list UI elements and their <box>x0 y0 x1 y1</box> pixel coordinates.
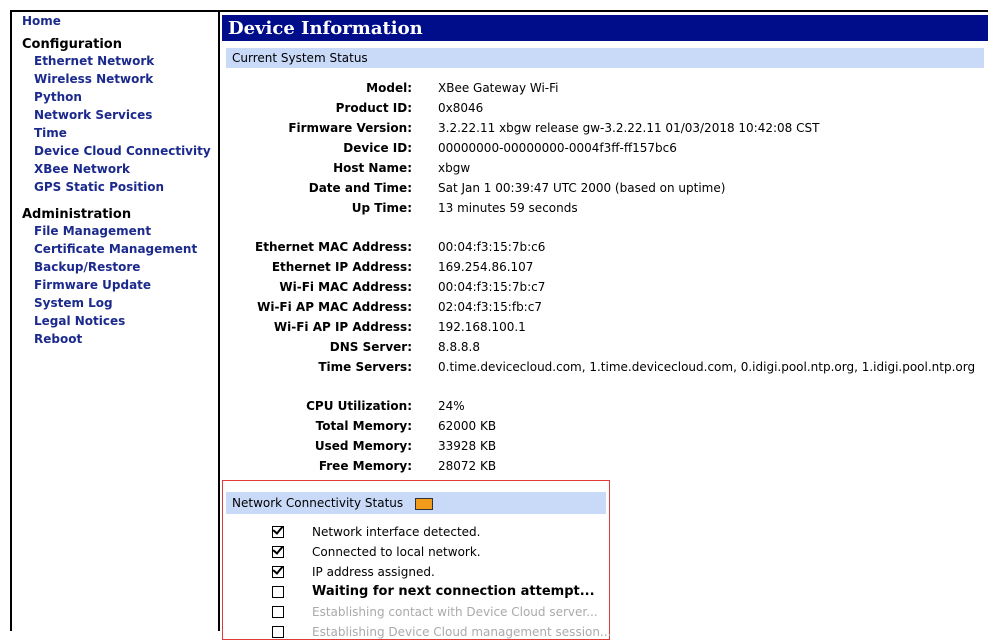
info-row-used-memory: Used Memory: 33928 KB <box>226 436 986 456</box>
checkbox-empty-icon <box>272 626 284 638</box>
used-memory-label: Used Memory: <box>314 439 412 453</box>
check-label: IP address assigned. <box>312 565 435 579</box>
free-memory-value: 28072 KB <box>438 459 497 473</box>
checkbox-checked-icon <box>272 566 284 578</box>
free-memory-label: Free Memory: <box>318 459 412 473</box>
up-time-label: Up Time: <box>351 201 412 215</box>
checkbox-checked-icon <box>272 526 284 538</box>
dns-value: 8.8.8.8 <box>438 340 480 354</box>
info-row-dns: DNS Server: 8.8.8.8 <box>226 337 986 357</box>
date-time-label: Date and Time: <box>308 181 412 195</box>
network-status-title: Network Connectivity Status <box>232 496 404 510</box>
nav-home[interactable]: Home <box>22 14 212 28</box>
nav-section-administration: Administration <box>22 207 132 222</box>
wifi-mac-value: 00:04:f3:15:7b:c7 <box>438 280 546 294</box>
product-id-value: 0x8046 <box>438 101 484 115</box>
info-row-cpu: CPU Utilization: 24% <box>226 396 986 416</box>
info-row-up-time: Up Time: 13 minutes 59 seconds <box>226 198 986 218</box>
total-memory-value: 62000 KB <box>438 419 497 433</box>
page-title: Device Information <box>222 15 988 41</box>
host-name-label: Host Name: <box>333 161 412 175</box>
list-item: Network interface detected. <box>272 522 611 542</box>
wifi-ap-ip-value: 192.168.100.1 <box>438 320 526 334</box>
list-item: Waiting for next connection attempt... <box>272 582 611 602</box>
eth-ip-label: Ethernet IP Address: <box>271 260 412 274</box>
info-row-total-memory: Total Memory: 62000 KB <box>226 416 986 436</box>
nav-item-time[interactable]: Time <box>22 124 212 142</box>
total-memory-label: Total Memory: <box>315 419 412 433</box>
checkbox-checked-icon <box>272 546 284 558</box>
nav-item-network-services[interactable]: Network Services <box>22 106 212 124</box>
list-item: Establishing Device Cloud management ses… <box>272 622 611 642</box>
device-id-label: Device ID: <box>343 141 412 155</box>
info-row-wifi-mac: Wi-Fi MAC Address: 00:04:f3:15:7b:c7 <box>226 277 986 297</box>
network-status-checklist: Network interface detected. Connected to… <box>272 522 611 642</box>
check-label-current: Waiting for next connection attempt... <box>312 584 595 599</box>
time-servers-value: 0.time.devicecloud.com, 1.time.deviceclo… <box>438 360 976 374</box>
nav-item-ethernet-network[interactable]: Ethernet Network <box>22 52 212 70</box>
nav-item-firmware-update[interactable]: Firmware Update <box>22 276 212 294</box>
eth-ip-value: 169.254.86.107 <box>438 260 534 274</box>
nav-item-reboot[interactable]: Reboot <box>22 330 212 348</box>
used-memory-value: 33928 KB <box>438 439 497 453</box>
nav-section-configuration: Configuration <box>22 37 122 52</box>
wifi-ap-ip-label: Wi-Fi AP IP Address: <box>273 320 412 334</box>
nav-item-device-cloud-connectivity[interactable]: Device Cloud Connectivity <box>22 142 212 160</box>
list-item: Establishing contact with Device Cloud s… <box>272 602 611 622</box>
dns-label: DNS Server: <box>329 340 412 354</box>
eth-mac-label: Ethernet MAC Address: <box>255 240 412 254</box>
nav-item-system-log[interactable]: System Log <box>22 294 212 312</box>
nav-item-xbee-network[interactable]: XBee Network <box>22 160 212 178</box>
check-label: Connected to local network. <box>312 545 481 559</box>
info-row-eth-ip: Ethernet IP Address: 169.254.86.107 <box>226 257 986 277</box>
nav-item-python[interactable]: Python <box>22 88 212 106</box>
info-row-product-id: Product ID: 0x8046 <box>226 98 986 118</box>
info-row-firmware: Firmware Version: 3.2.22.11 xbgw release … <box>226 118 986 138</box>
nav-item-gps-static-position[interactable]: GPS Static Position <box>22 178 212 196</box>
nav-item-backup-restore[interactable]: Backup/Restore <box>22 258 212 276</box>
product-id-label: Product ID: <box>335 101 412 115</box>
info-row-wifi-ap-ip: Wi-Fi AP IP Address: 192.168.100.1 <box>226 317 986 337</box>
list-item: Connected to local network. <box>272 542 611 562</box>
system-status-table: Model: XBee Gateway Wi-Fi Product ID: 0x80… <box>226 78 986 476</box>
nav-item-wireless-network[interactable]: Wireless Network <box>22 70 212 88</box>
firmware-value: 3.2.22.11 xbgw release gw-3.2.22.11 01/0… <box>438 121 820 135</box>
eth-mac-value: 00:04:f3:15:7b:c6 <box>438 240 546 254</box>
sidebar: Home Configuration Ethernet Network Wire… <box>22 14 212 348</box>
nav-item-file-management[interactable]: File Management <box>22 222 212 240</box>
info-row-date-time: Date and Time: Sat Jan 1 00:39:47 UTC 200… <box>226 178 986 198</box>
wifi-ap-mac-label: Wi-Fi AP MAC Address: <box>257 300 412 314</box>
check-label-pending: Establishing Device Cloud management ses… <box>312 625 612 639</box>
info-row-host-name: Host Name: xbgw <box>226 158 986 178</box>
check-label-pending: Establishing contact with Device Cloud s… <box>312 605 598 619</box>
nav-item-certificate-management[interactable]: Certificate Management <box>22 240 212 258</box>
cpu-label: CPU Utilization: <box>306 399 412 413</box>
model-label: Model: <box>366 81 412 95</box>
info-row-model: Model: XBee Gateway Wi-Fi <box>226 78 986 98</box>
list-item: IP address assigned. <box>272 562 611 582</box>
info-row-eth-mac: Ethernet MAC Address: 00:04:f3:15:7b:c6 <box>226 237 986 257</box>
checkbox-empty-icon <box>272 586 284 598</box>
device-id-value: 00000000-00000000-0004f3ff-ff157bc6 <box>438 141 677 155</box>
cpu-value: 24% <box>438 399 465 413</box>
system-status-header: Current System Status <box>226 48 984 68</box>
info-row-time-servers: Time Servers: 0.time.devicecloud.com, 1.t… <box>226 357 986 377</box>
network-status-header: Network Connectivity Status <box>226 492 606 514</box>
firmware-label: Firmware Version: <box>288 121 412 135</box>
time-servers-label: Time Servers: <box>318 360 412 374</box>
info-row-wifi-ap-mac: Wi-Fi AP MAC Address: 02:04:f3:15:fb:c7 <box>226 297 986 317</box>
host-name-value: xbgw <box>438 161 471 175</box>
check-label: Network interface detected. <box>312 525 481 539</box>
info-row-free-memory: Free Memory: 28072 KB <box>226 456 986 476</box>
date-time-value: Sat Jan 1 00:39:47 UTC 2000 (based on up… <box>438 181 726 195</box>
checkbox-empty-icon <box>272 606 284 618</box>
up-time-value: 13 minutes 59 seconds <box>438 201 578 215</box>
wifi-mac-label: Wi-Fi MAC Address: <box>279 280 412 294</box>
wifi-ap-mac-value: 02:04:f3:15:fb:c7 <box>438 300 542 314</box>
model-value: XBee Gateway Wi-Fi <box>438 81 559 95</box>
nav-item-legal-notices[interactable]: Legal Notices <box>22 312 212 330</box>
info-row-device-id: Device ID: 00000000-00000000-0004f3ff-ff1… <box>226 138 986 158</box>
sidebar-divider <box>218 12 220 631</box>
status-indicator-icon <box>415 497 433 510</box>
